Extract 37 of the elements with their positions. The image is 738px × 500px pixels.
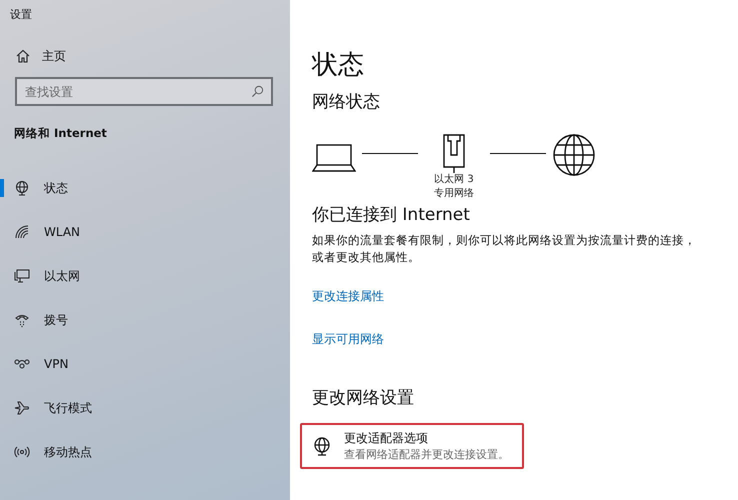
- network-type: 专用网络: [434, 187, 474, 201]
- globe-icon: [552, 133, 596, 177]
- section-heading: 网络和 Internet: [14, 126, 108, 142]
- nav-item[interactable]: 飞行模式: [0, 386, 290, 430]
- search-field[interactable]: 查找设置: [15, 77, 273, 106]
- nav-item[interactable]: 拨号: [0, 298, 290, 342]
- ethernet-icon: [14, 268, 30, 284]
- laptop-icon: [312, 143, 356, 173]
- option-title: 更改适配器选项: [344, 430, 429, 447]
- airplane-icon: [14, 400, 30, 416]
- settings-link[interactable]: 更改连接属性: [312, 288, 384, 305]
- settings-link[interactable]: 显示可用网络: [312, 331, 384, 348]
- section-heading: 更改网络设置: [312, 387, 414, 409]
- hotspot-icon: [14, 444, 30, 460]
- nav-item[interactable]: VPN: [0, 342, 290, 386]
- connection-line: [490, 153, 546, 154]
- option-subtitle: 查看网络适配器并更改连接设置。: [344, 447, 509, 462]
- nav-item[interactable]: 以太网: [0, 254, 290, 298]
- home-link[interactable]: 主页: [15, 46, 290, 66]
- search-icon: [251, 85, 264, 98]
- globe-monitor-icon: [14, 180, 30, 196]
- nav-item[interactable]: WLAN: [0, 210, 290, 254]
- adapter-name: 以太网 3: [434, 173, 474, 187]
- globe-monitor-icon: [312, 436, 332, 456]
- home-icon: [15, 48, 31, 64]
- wifi-icon: [14, 224, 30, 240]
- window-title: 设置: [9, 7, 33, 23]
- connection-status: 你已连接到 Internet: [312, 204, 470, 226]
- phone-icon: [14, 312, 30, 328]
- nav-item[interactable]: 状态: [0, 166, 290, 210]
- section-heading: 网络状态: [312, 91, 380, 113]
- adapter-options-item[interactable]: 更改适配器选项 查看网络适配器并更改连接设置。: [300, 423, 524, 469]
- description-text: 如果你的流量套餐有限制，则你可以将此网络设置为按流量计费的连接，或者更改其他属性。: [312, 232, 697, 266]
- nav-item[interactable]: 移动热点: [0, 430, 290, 474]
- ethernet-port-icon: [442, 133, 466, 173]
- page-title: 状态: [312, 49, 364, 82]
- connection-line: [362, 153, 418, 154]
